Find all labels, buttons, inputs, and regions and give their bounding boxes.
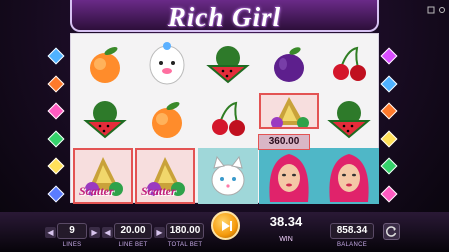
spin-button[interactable]	[211, 211, 240, 240]
peach-icon	[152, 101, 182, 138]
play-icon	[221, 220, 232, 231]
payline-gem-icon	[380, 75, 398, 93]
scatter-label: Scatter	[79, 184, 114, 198]
lines-label: LINES	[62, 242, 82, 248]
reel-grid: Scatter Scatter 360.00	[70, 33, 379, 204]
reel-symbol	[198, 91, 258, 147]
reel-symbol	[319, 148, 379, 204]
reel-symbol-scatter-win: Scatter	[73, 148, 133, 204]
reel-symbol	[259, 36, 319, 92]
payline-gem-icon	[47, 185, 65, 203]
left-payline-indicators	[47, 47, 65, 203]
rich-girl-icon	[269, 154, 309, 202]
settings-icon[interactable]	[438, 1, 446, 13]
plum-icon	[274, 47, 304, 82]
payline-gem-icon	[47, 157, 65, 175]
watermelon-icon	[327, 101, 371, 139]
balance-label: BALANCE	[336, 242, 368, 248]
symbol-win-amount: 360.00	[258, 134, 310, 150]
payline-gem-icon	[380, 185, 398, 203]
win-value: 38.34	[269, 214, 303, 229]
lines-value: 9	[57, 223, 87, 239]
total-bet-value: 180.00	[166, 223, 204, 239]
lines-increase-button[interactable]: ▶	[89, 227, 100, 238]
line-bet-decrease-button[interactable]: ◀	[102, 227, 113, 238]
line-bet-label: LINE BET	[118, 242, 148, 248]
payline-gem-icon	[47, 75, 65, 93]
watermelon-icon	[206, 46, 250, 84]
reel-symbol	[198, 36, 258, 92]
scatter-gold-icon	[271, 97, 309, 127]
cherries-icon	[212, 101, 245, 136]
balance-value: 858.34	[330, 223, 374, 239]
total-bet-control: 180.00 TOTAL BET	[166, 223, 204, 248]
reel-symbol	[319, 91, 379, 147]
reel-symbol-scatter-win	[259, 93, 319, 129]
line-bet-value: 20.00	[114, 223, 152, 239]
payline-gem-icon	[47, 47, 65, 65]
game-logo: Rich Girl	[167, 2, 282, 32]
reel-symbol	[75, 91, 135, 147]
white-cat-icon	[211, 155, 245, 196]
poodle-dog-icon	[149, 42, 185, 85]
logo-band: Rich Girl	[70, 0, 379, 32]
refresh-icon	[386, 226, 397, 237]
autoplay-button[interactable]	[383, 223, 400, 240]
total-bet-label: TOTAL BET	[167, 242, 203, 248]
balance-control: 858.34 BALANCE	[330, 223, 374, 248]
lines-control: 9 LINES	[57, 223, 87, 248]
win-label: WIN	[279, 236, 293, 243]
lines-decrease-button[interactable]: ◀	[45, 227, 56, 238]
reel-symbol-scatter-win: Scatter	[135, 148, 195, 204]
rich-girl-icon	[329, 154, 369, 202]
payline-gem-icon	[380, 130, 398, 148]
reel-symbol	[137, 36, 197, 92]
peach-icon	[90, 46, 120, 83]
payline-gem-icon	[380, 47, 398, 65]
line-bet-control: 20.00 LINE BET	[114, 223, 152, 248]
right-payline-indicators	[380, 47, 398, 203]
scatter-label: Scatter	[141, 184, 176, 198]
expand-icon[interactable]	[427, 1, 435, 14]
line-bet-increase-button[interactable]: ▶	[154, 227, 165, 238]
payline-gem-icon	[380, 157, 398, 175]
win-display: 38.34 WIN	[247, 213, 325, 243]
reel-symbol	[259, 148, 319, 204]
cherries-icon	[333, 46, 366, 81]
watermelon-icon	[83, 101, 127, 139]
reel-symbol	[75, 36, 135, 92]
reel-symbol	[198, 148, 258, 204]
reel-symbol	[137, 91, 197, 147]
payline-gem-icon	[47, 102, 65, 120]
payline-gem-icon	[47, 130, 65, 148]
payline-gem-icon	[380, 102, 398, 120]
reel-symbol	[319, 36, 379, 92]
